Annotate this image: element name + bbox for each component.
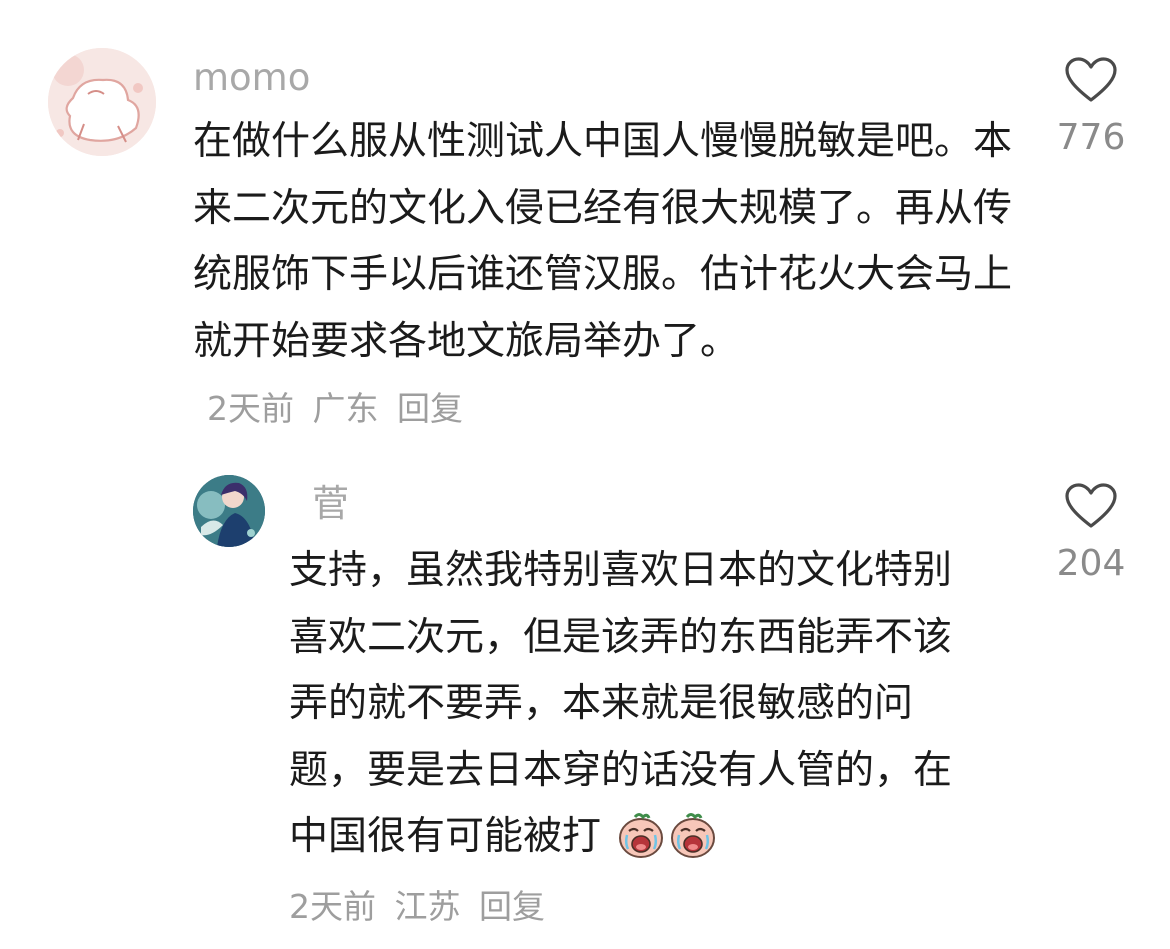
like-count: 204 [1056, 543, 1126, 584]
pink-sketch-avatar-icon [48, 48, 156, 156]
comment-meta: 2天前 广东 回复 [207, 389, 471, 428]
comment-text: 在做什么服从性测试人中国人慢慢脱敏是吧。本来二次元的文化入侵已经有很大规模了。再… [193, 109, 1015, 443]
anime-character-avatar-icon [193, 475, 265, 547]
username[interactable]: momo [193, 56, 310, 100]
comment-meta: 2天前 江苏 回复 [289, 880, 553, 928]
comment-location: 广东 [312, 389, 379, 428]
like-button[interactable]: 776 [1031, 56, 1151, 160]
heart-outline-icon [1065, 57, 1117, 102]
reply-button[interactable]: 回复 [397, 389, 463, 428]
avatar[interactable] [48, 48, 156, 156]
comment-text: 支持，虽然我特别喜欢日本的文化特别喜欢二次元，但是该弄的东西能弄不该弄的就不要弄… [289, 538, 989, 871]
comment-location: 江苏 [394, 887, 461, 926]
comment-time: 2天前 [289, 887, 376, 926]
comment-body: 在做什么服从性测试人中国人慢慢脱敏是吧。本来二次元的文化入侵已经有很大规模了。再… [193, 119, 1013, 364]
crying-face-emoji [619, 813, 664, 858]
comment-time: 2天前 [207, 389, 294, 428]
like-count: 776 [1056, 117, 1126, 158]
crying-face-emoji [671, 813, 716, 858]
username[interactable]: 菅 [312, 482, 349, 526]
reply-button[interactable]: 回复 [479, 887, 545, 926]
emoji-group [601, 813, 717, 859]
comment-item: 菅 支持，虽然我特别喜欢日本的文化特别喜欢二次元，但是该弄的东西能弄不该弄的就不… [0, 450, 1170, 949]
comment-item: momo 在做什么服从性测试人中国人慢慢脱敏是吧。本来二次元的文化入侵已经有很大… [0, 0, 1170, 450]
avatar[interactable] [193, 475, 265, 547]
heart-outline-icon [1065, 483, 1117, 528]
like-button[interactable]: 204 [1031, 482, 1151, 586]
